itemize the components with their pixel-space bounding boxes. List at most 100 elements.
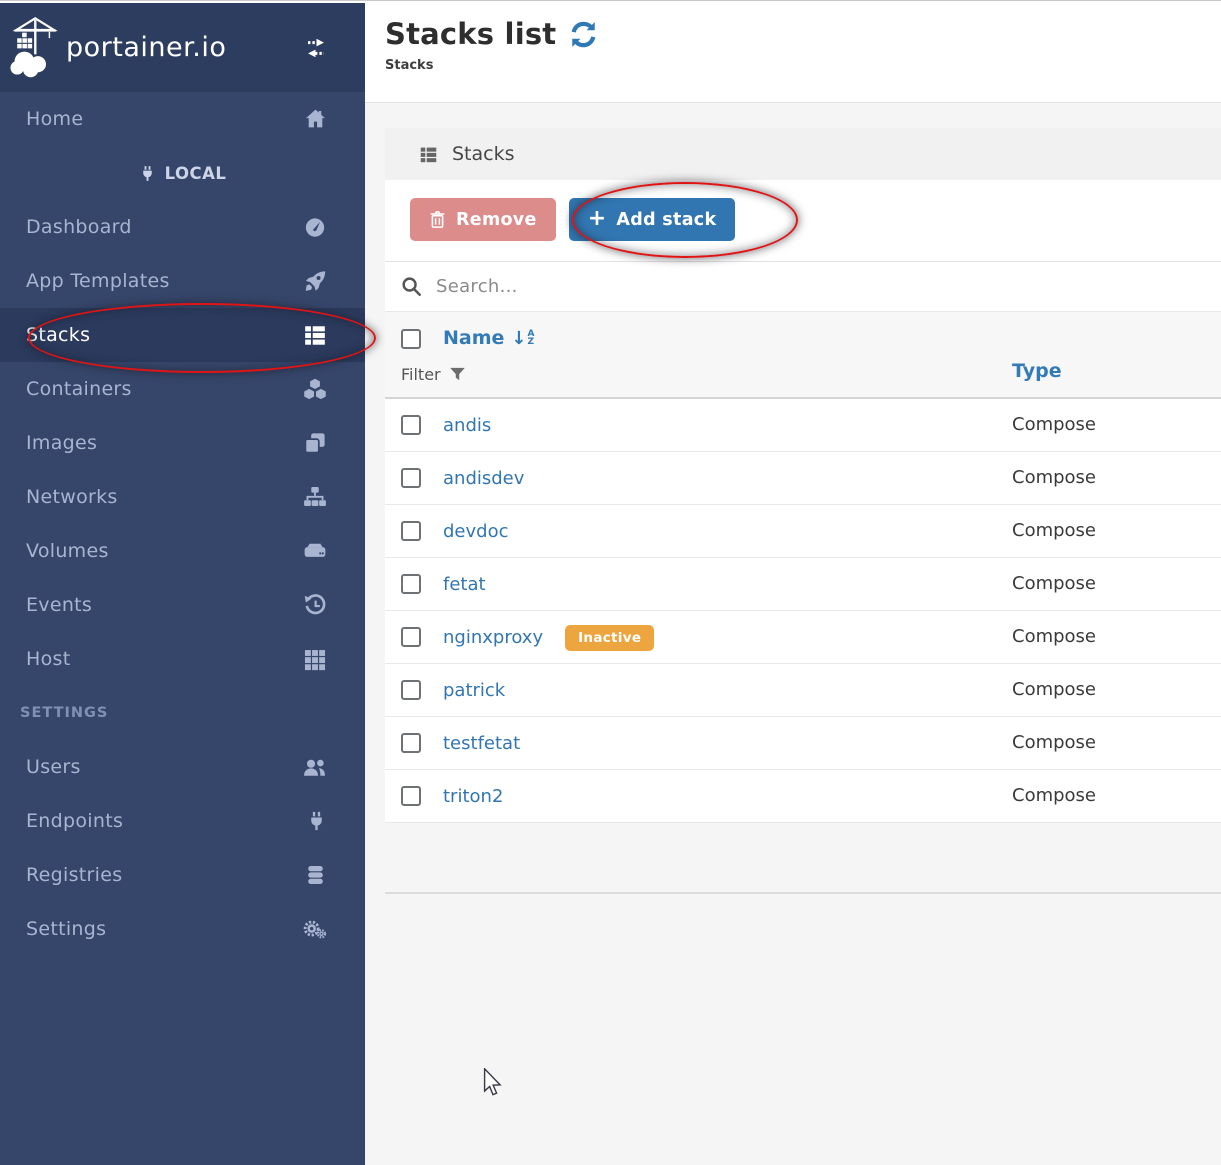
trash-icon [429, 210, 446, 229]
plug-icon [306, 810, 327, 833]
filter-funnel-icon [449, 366, 466, 383]
sidebar-item-label: App Templates [26, 270, 170, 292]
stack-name-link[interactable]: testfetat [443, 733, 520, 754]
stacks-widget: Stacks Remove + Add stack [385, 128, 1221, 894]
sitemap-icon [303, 485, 327, 509]
endpoint-switcher-local[interactable]: LOCAL [0, 146, 365, 200]
stack-name-link[interactable]: triton2 [443, 786, 503, 807]
row-checkbox[interactable] [401, 627, 421, 647]
annotation-ellipse-add-stack [572, 182, 798, 258]
row-checkbox[interactable] [401, 680, 421, 700]
table-row: nginxproxy Inactive Compose [385, 611, 1221, 664]
sidebar-item-networks[interactable]: Networks [0, 470, 365, 524]
sidebar-item-settings[interactable]: Settings [0, 902, 365, 956]
row-checkbox[interactable] [401, 733, 421, 753]
search-bar [385, 262, 1221, 312]
sidebar: portainer.io Home LOCAL Dashboard [0, 3, 365, 1165]
database-icon [304, 864, 327, 887]
sidebar-item-label: Events [26, 594, 92, 616]
stack-name-link[interactable]: devdoc [443, 521, 509, 542]
row-checkbox[interactable] [401, 574, 421, 594]
page-header: Stacks list Stacks [365, 3, 1221, 103]
table-row: devdoc Compose [385, 505, 1221, 558]
brand-name: portainer.io [66, 32, 226, 63]
name-column-header[interactable]: Name ↓ A Z [443, 327, 534, 349]
row-checkbox[interactable] [401, 468, 421, 488]
sidebar-item-endpoints[interactable]: Endpoints [0, 794, 365, 848]
sidebar-item-users[interactable]: Users [0, 740, 365, 794]
main-content: Stacks list Stacks Stacks [365, 3, 1221, 1165]
home-icon [304, 108, 327, 131]
table-row: patrick Compose [385, 664, 1221, 717]
stack-name-link[interactable]: andis [443, 415, 491, 436]
portainer-logo-icon [10, 15, 64, 81]
toolbar: Remove + Add stack [385, 180, 1221, 262]
stack-type: Compose [1012, 414, 1096, 435]
sidebar-item-volumes[interactable]: Volumes [0, 524, 365, 578]
sidebar-item-label: Users [26, 756, 81, 778]
sidebar-item-host[interactable]: Host [0, 632, 365, 686]
sidebar-item-home[interactable]: Home [0, 92, 365, 146]
sidebar-item-images[interactable]: Images [0, 416, 365, 470]
sidebar-item-app-templates[interactable]: App Templates [0, 254, 365, 308]
plug-icon [139, 164, 156, 183]
stack-type: Compose [1012, 626, 1096, 647]
table-row: triton2 Compose [385, 770, 1221, 823]
sidebar-section-settings: SETTINGS [0, 686, 365, 740]
sidebar-item-label: Volumes [26, 540, 109, 562]
hdd-icon [303, 539, 327, 563]
search-input[interactable] [436, 276, 936, 297]
sidebar-collapse-icon[interactable] [303, 37, 329, 59]
stack-name-link[interactable]: patrick [443, 680, 505, 701]
sidebar-item-registries[interactable]: Registries [0, 848, 365, 902]
stack-rows: andis Compose andisdev Compose devdoc Co… [385, 399, 1221, 823]
sort-alpha-asc-icon: ↓ A Z [511, 328, 534, 349]
users-icon [302, 755, 327, 779]
stack-type: Compose [1012, 732, 1096, 753]
stack-name-link[interactable]: andisdev [443, 468, 524, 489]
filter-toggle[interactable]: Filter [401, 365, 466, 384]
remove-button[interactable]: Remove [410, 198, 556, 241]
sidebar-header: portainer.io [0, 3, 365, 92]
annotation-ellipse-stacks [28, 303, 376, 373]
name-header-label: Name [443, 327, 504, 349]
sidebar-item-events[interactable]: Events [0, 578, 365, 632]
breadcrumb[interactable]: Stacks [385, 58, 1221, 73]
rocket-icon [304, 270, 327, 293]
stack-type: Compose [1012, 467, 1096, 488]
type-column-header[interactable]: Type [1012, 360, 1062, 382]
page-title: Stacks list [385, 17, 556, 51]
th-icon [303, 647, 327, 671]
stack-type: Compose [1012, 785, 1096, 806]
dashboard-icon [303, 215, 327, 239]
th-list-icon [419, 145, 438, 164]
stack-type: Compose [1012, 573, 1096, 594]
sidebar-item-label: Host [26, 648, 70, 670]
widget-title: Stacks [452, 143, 515, 165]
select-all-checkbox[interactable] [401, 329, 421, 349]
sidebar-item-label: Images [26, 432, 97, 454]
stack-name-link[interactable]: fetat [443, 574, 486, 595]
stack-type: Compose [1012, 679, 1096, 700]
row-checkbox[interactable] [401, 521, 421, 541]
refresh-icon[interactable] [569, 20, 598, 49]
widget-footer [385, 823, 1221, 894]
table-row: fetat Compose [385, 558, 1221, 611]
sidebar-item-label: Home [26, 108, 83, 130]
sidebar-item-dashboard[interactable]: Dashboard [0, 200, 365, 254]
sidebar-item-label: Registries [26, 864, 122, 886]
row-checkbox[interactable] [401, 415, 421, 435]
filter-label: Filter [401, 365, 441, 384]
cubes-icon [303, 377, 327, 401]
local-label: LOCAL [165, 164, 227, 183]
stack-name-link[interactable]: nginxproxy [443, 627, 543, 648]
status-badge: Inactive [565, 625, 654, 651]
sidebar-item-label: Containers [26, 378, 132, 400]
table-row: andis Compose [385, 399, 1221, 452]
sidebar-item-label: Endpoints [26, 810, 123, 832]
search-icon [401, 276, 422, 297]
sidebar-item-label: Settings [26, 918, 106, 940]
settings-section-label: SETTINGS [20, 705, 108, 721]
row-checkbox[interactable] [401, 786, 421, 806]
table-row: testfetat Compose [385, 717, 1221, 770]
